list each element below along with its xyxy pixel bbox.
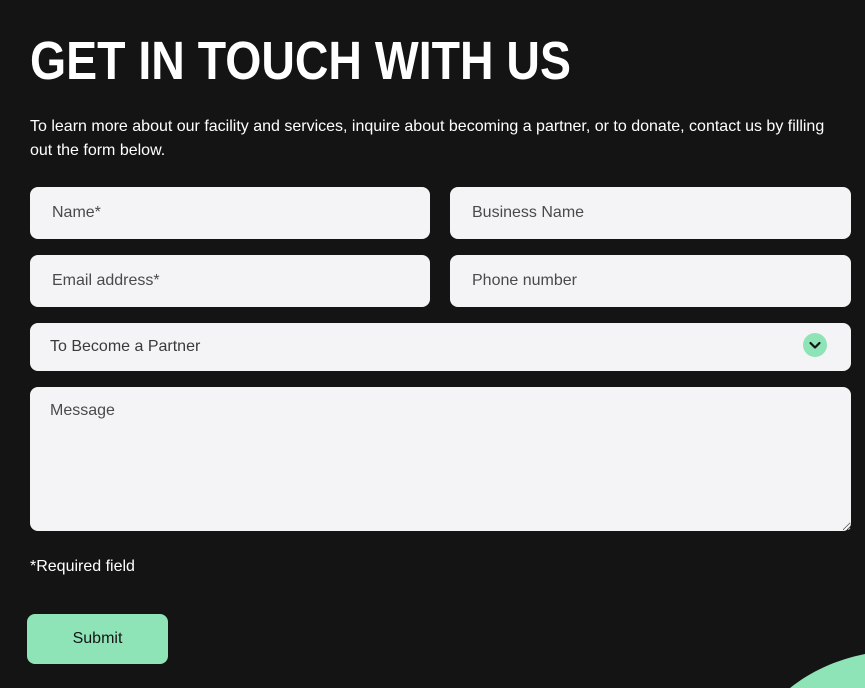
page-title: GET IN TOUCH WITH US	[30, 31, 571, 91]
name-input[interactable]	[30, 187, 430, 239]
required-field-note: *Required field	[30, 558, 135, 575]
inquiry-type-select[interactable]: To Become a Partner	[30, 323, 851, 371]
inquiry-type-value: To Become a Partner	[50, 338, 201, 355]
submit-button[interactable]: Submit	[27, 614, 168, 664]
phone-input[interactable]	[450, 255, 851, 307]
email-input[interactable]	[30, 255, 430, 307]
decorative-shape	[790, 652, 865, 688]
business-name-input[interactable]	[450, 187, 851, 239]
intro-text: To learn more about our facility and ser…	[30, 118, 825, 159]
chevron-down-icon	[803, 333, 827, 357]
message-textarea[interactable]	[30, 387, 851, 531]
